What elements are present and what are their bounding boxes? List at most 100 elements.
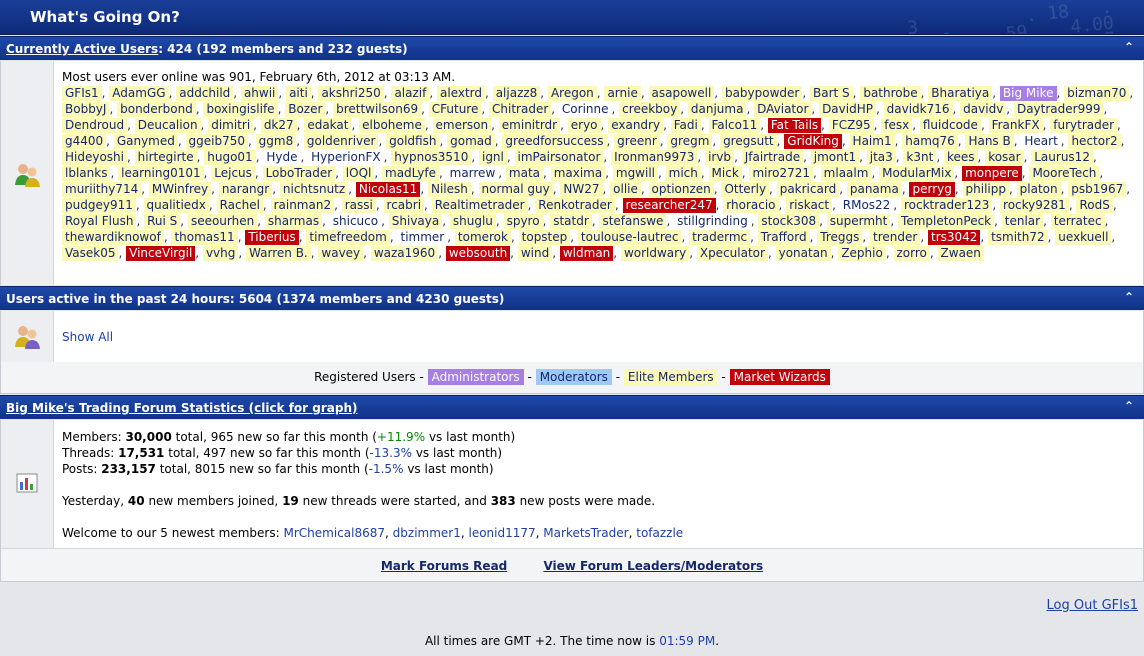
user-link[interactable]: perryg <box>909 182 955 197</box>
user-link[interactable]: Zephio <box>838 246 886 261</box>
user-link[interactable]: Jfairtrade <box>741 150 804 165</box>
user-link[interactable]: mich <box>665 166 701 181</box>
user-link[interactable]: Corinne <box>559 102 612 117</box>
user-link[interactable]: philipp <box>962 182 1009 197</box>
user-link[interactable]: Realtimetrader <box>431 198 528 213</box>
user-link[interactable]: rocky9281 <box>1000 198 1069 213</box>
user-link[interactable]: fluidcode <box>919 118 981 133</box>
user-link[interactable]: akshri250 <box>318 86 384 101</box>
user-link[interactable]: LoboTrader <box>262 166 336 181</box>
user-link[interactable]: irvb <box>705 150 735 165</box>
user-link[interactable]: Daytrader999 <box>1013 102 1104 117</box>
user-link[interactable]: bizman70 <box>1064 86 1130 101</box>
show-all-link[interactable]: Show All <box>62 330 113 344</box>
user-link[interactable]: hector2 <box>1068 134 1121 149</box>
user-link[interactable]: trender <box>870 230 921 245</box>
user-link[interactable]: Big Mike <box>999 86 1057 101</box>
user-link[interactable]: AdamGG <box>109 86 169 101</box>
user-link[interactable]: gomad <box>447 134 495 149</box>
user-link[interactable]: trs3042 <box>927 230 981 245</box>
user-link[interactable]: emerson <box>432 118 492 133</box>
user-link[interactable]: brettwilson69 <box>333 102 422 117</box>
user-link[interactable]: Falco11 <box>708 118 761 133</box>
user-link[interactable]: gregm <box>667 134 713 149</box>
user-link[interactable]: sharmas <box>264 214 323 229</box>
user-link[interactable]: marrew <box>447 166 499 181</box>
user-link[interactable]: aljazz8 <box>492 86 541 101</box>
stats-link[interactable]: Big Mike's Trading Forum Statistics (cli… <box>6 401 358 415</box>
user-link[interactable]: thewardiknowof <box>62 230 164 245</box>
user-link[interactable]: Nilesh <box>427 182 471 197</box>
user-link[interactable]: danjuma <box>687 102 747 117</box>
user-link[interactable]: researcher247 <box>622 198 716 213</box>
user-link[interactable]: platon <box>1016 182 1061 197</box>
user-link[interactable]: ollie <box>610 182 641 197</box>
user-link[interactable]: nichtsnutz <box>279 182 349 197</box>
user-link[interactable]: alazif <box>391 86 430 101</box>
user-link[interactable]: davidv <box>960 102 1007 117</box>
user-link[interactable]: madLyfe <box>382 166 439 181</box>
user-link[interactable]: goldenriver <box>303 134 379 149</box>
user-link[interactable]: edakat <box>304 118 352 133</box>
user-link[interactable]: muriithy714 <box>62 182 142 197</box>
user-link[interactable]: Laurus12 <box>1031 150 1093 165</box>
user-link[interactable]: wind <box>517 246 553 261</box>
user-link[interactable]: Hans B <box>965 134 1014 149</box>
user-link[interactable]: rainman2 <box>270 198 335 213</box>
user-link[interactable]: ahwii <box>240 86 279 101</box>
user-link[interactable]: ggm8 <box>255 134 297 149</box>
user-link[interactable]: Fat Tails <box>767 118 822 133</box>
newest-member-link[interactable]: leonid1177 <box>469 526 536 540</box>
user-link[interactable]: riskact <box>786 198 833 213</box>
user-link[interactable]: lblanks <box>62 166 111 181</box>
user-link[interactable]: Vasek05 <box>62 246 119 261</box>
user-link[interactable]: spyro <box>503 214 543 229</box>
user-link[interactable]: Ironman9973 <box>611 150 698 165</box>
user-link[interactable]: FrankFX <box>988 118 1043 133</box>
user-link[interactable]: uexkuell <box>1055 230 1112 245</box>
user-link[interactable]: stefanswe <box>599 214 667 229</box>
user-link[interactable]: thomas11 <box>171 230 238 245</box>
user-link[interactable]: bathrobe <box>860 86 921 101</box>
user-link[interactable]: timmer <box>398 230 448 245</box>
user-link[interactable]: DAviator <box>754 102 812 117</box>
user-link[interactable]: toulouse-lautrec <box>577 230 682 245</box>
user-link[interactable]: mlaalm <box>820 166 872 181</box>
user-link[interactable]: maxima <box>550 166 606 181</box>
user-link[interactable]: hamq76 <box>902 134 958 149</box>
user-link[interactable]: kees <box>943 150 978 165</box>
user-link[interactable]: zorro <box>893 246 930 261</box>
user-link[interactable]: worldwary <box>620 246 690 261</box>
user-link[interactable]: jta3 <box>866 150 896 165</box>
user-link[interactable]: stock308 <box>758 214 820 229</box>
user-link[interactable]: lOQl <box>342 166 375 181</box>
user-link[interactable]: shuglu <box>449 214 496 229</box>
user-link[interactable]: dk27 <box>260 118 297 133</box>
user-link[interactable]: dimitri <box>208 118 254 133</box>
user-link[interactable]: furytrader <box>1050 118 1118 133</box>
user-link[interactable]: tenlar <box>1001 214 1044 229</box>
user-link[interactable]: psb1967 <box>1068 182 1127 197</box>
user-link[interactable]: davidk716 <box>883 102 953 117</box>
user-link[interactable]: panama <box>846 182 902 197</box>
user-link[interactable]: mgwill <box>612 166 658 181</box>
user-link[interactable]: Rui S <box>144 214 181 229</box>
user-link[interactable]: Otterly <box>721 182 770 197</box>
user-link[interactable]: exandry <box>608 118 664 133</box>
user-link[interactable]: fesx <box>881 118 913 133</box>
user-link[interactable]: asapowell <box>648 86 715 101</box>
user-link[interactable]: waza1960 <box>370 246 439 261</box>
user-link[interactable]: Hyde <box>263 150 300 165</box>
user-link[interactable]: rhoracio <box>723 198 779 213</box>
user-link[interactable]: GFIs1 <box>62 86 102 101</box>
user-link[interactable]: tomerok <box>454 230 511 245</box>
user-link[interactable]: Renkotrader <box>535 198 615 213</box>
user-link[interactable]: websouth <box>445 246 511 261</box>
user-link[interactable]: optionzen <box>648 182 714 197</box>
user-link[interactable]: greedforsuccess <box>502 134 607 149</box>
user-link[interactable]: hugo01 <box>204 150 256 165</box>
user-link[interactable]: statdr <box>550 214 592 229</box>
user-link[interactable]: terratec <box>1050 214 1105 229</box>
user-link[interactable]: ModularMix <box>879 166 955 181</box>
user-link[interactable]: greenr <box>614 134 660 149</box>
